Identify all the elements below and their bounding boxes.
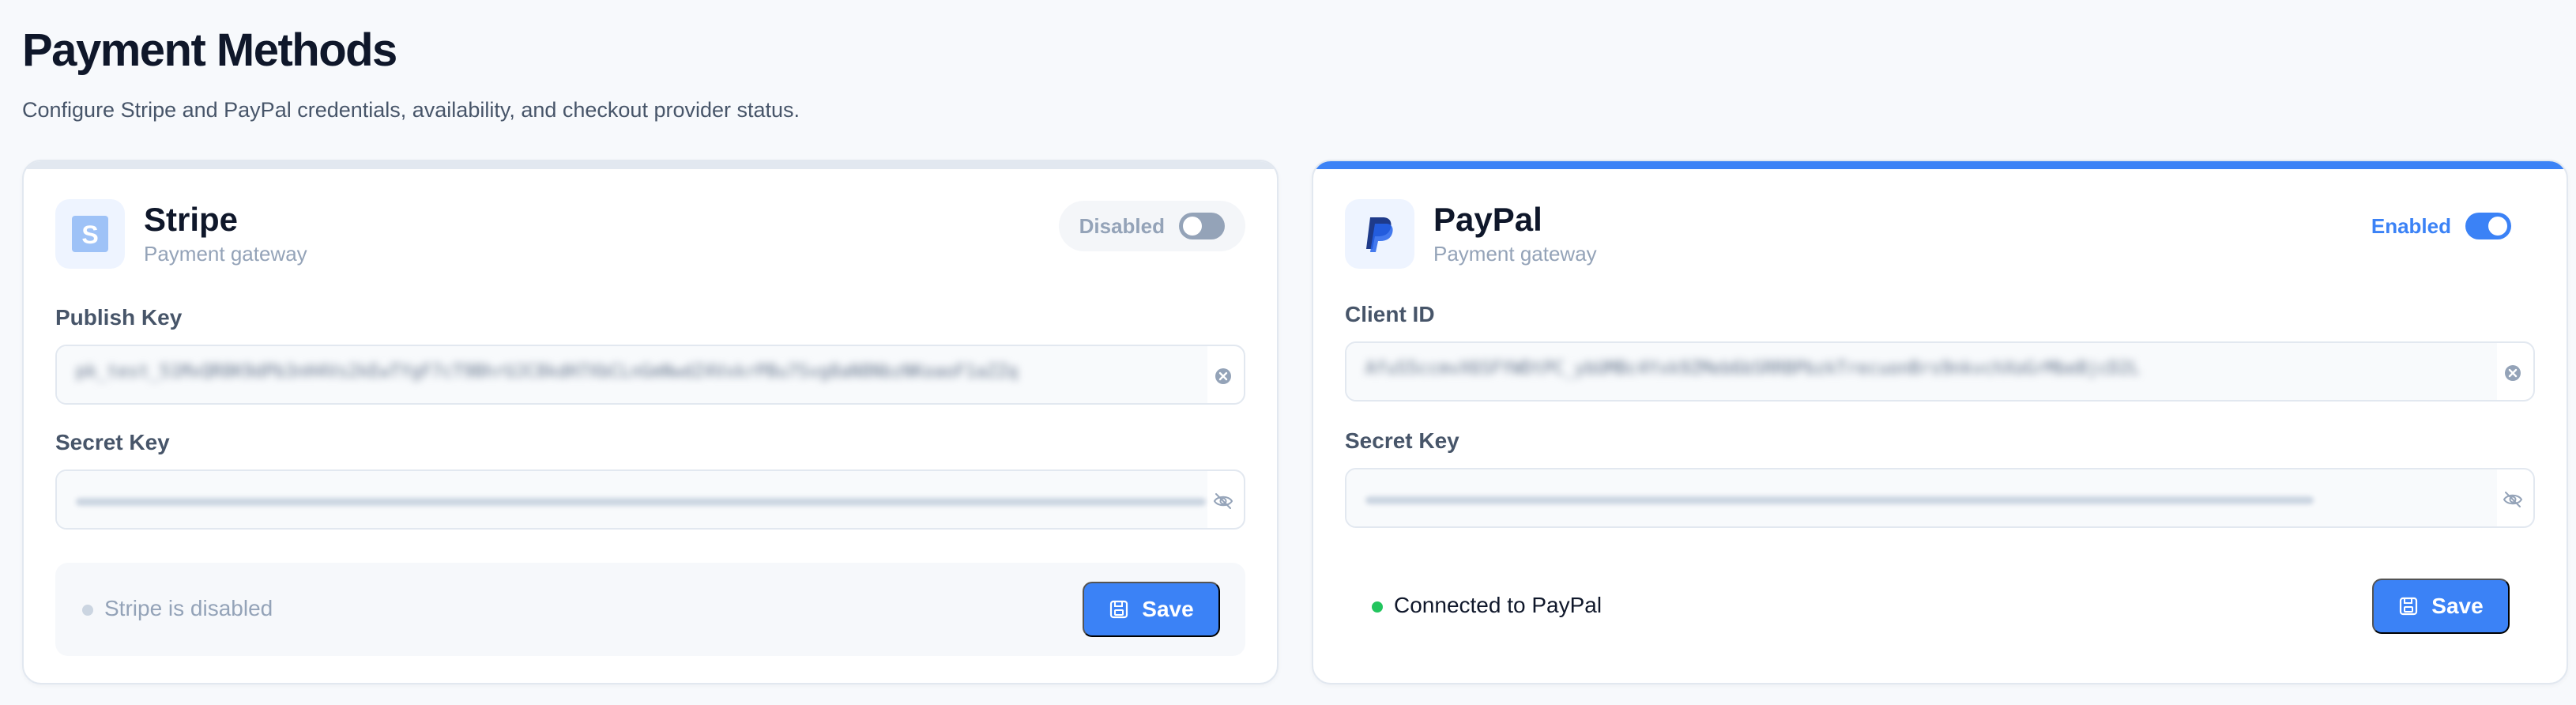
paypal-toggle-label: Enabled (2371, 213, 2451, 238)
save-icon (2400, 597, 2418, 616)
paypal-secret-key-masked-value (1365, 496, 2314, 504)
stripe-subtitle: Payment gateway (144, 242, 307, 266)
stripe-card-accent-bar (24, 161, 1277, 169)
paypal-secret-key-input[interactable] (1345, 468, 2535, 528)
secret-key-input[interactable] (55, 469, 1245, 530)
paypal-status-bar: Connected to PayPal Save (1345, 560, 2535, 653)
paypal-logo-icon (1366, 217, 1393, 252)
paypal-name: PayPal (1433, 201, 1542, 238)
clear-icon[interactable] (1212, 365, 1234, 387)
toggle-knob (1183, 217, 1202, 236)
paypal-status-text: Connected to PayPal (1394, 593, 1602, 617)
client-id-value: AfuS5ccmvX6SFYWDtPC_ybUMBc4Yxk9ZMeb6bSRR… (1365, 359, 2141, 379)
stripe-card: S Stripe Payment gateway Disabled Publis… (22, 160, 1279, 684)
stripe-save-button[interactable]: Save (1083, 582, 1220, 637)
page-subtitle: Configure Stripe and PayPal credentials,… (22, 98, 800, 122)
secret-key-masked-value (76, 498, 1206, 506)
stripe-logo: S (55, 199, 125, 269)
paypal-card: PayPal Payment gateway Enabled Client ID… (1312, 160, 2568, 684)
secret-key-label: Secret Key (55, 430, 170, 454)
client-id-label: Client ID (1345, 302, 1435, 326)
clear-icon[interactable] (2502, 362, 2524, 384)
toggle-knob (2488, 217, 2507, 236)
paypal-logo (1345, 199, 1414, 269)
save-icon (1110, 600, 1128, 619)
paypal-save-button[interactable]: Save (2372, 579, 2510, 634)
stripe-name: Stripe (144, 201, 239, 238)
paypal-secret-key-label: Secret Key (1345, 428, 1459, 453)
eye-off-icon[interactable] (2502, 488, 2524, 511)
client-id-input[interactable]: AfuS5ccmvX6SFYWDtPC_ybUMBc4Yxk9ZMeb6bSRR… (1345, 341, 2535, 402)
publish-key-value: pk_test_51MxQR8K9dPb3nH4Vs2kEwTYgF7cT9Bh… (76, 362, 1019, 382)
stripe-toggle-switch[interactable] (1179, 213, 1225, 239)
stripe-enable-toggle[interactable]: Disabled (1058, 201, 1245, 251)
status-dot (1372, 601, 1383, 613)
stripe-toggle-label: Disabled (1079, 213, 1165, 238)
stripe-status-bar: Stripe is disabled Save (55, 563, 1245, 656)
page-title: Payment Methods (22, 25, 397, 76)
stripe-logo-icon: S (72, 216, 108, 252)
eye-off-icon[interactable] (1212, 490, 1234, 512)
publish-key-label: Publish Key (55, 305, 183, 330)
publish-key-input[interactable]: pk_test_51MxQR8K9dPb3nH4Vs2kEwTYgF7cT9Bh… (55, 345, 1245, 405)
paypal-toggle-switch[interactable] (2465, 213, 2511, 239)
paypal-subtitle: Payment gateway (1433, 242, 1597, 266)
save-button-label: Save (1142, 597, 1194, 621)
svg-text:S: S (81, 221, 98, 249)
status-dot (82, 605, 93, 616)
paypal-card-accent-bar (1313, 161, 2567, 169)
save-button-label: Save (2431, 594, 2484, 618)
stripe-status-text: Stripe is disabled (104, 596, 273, 620)
paypal-enable-toggle[interactable]: Enabled (2351, 201, 2532, 251)
